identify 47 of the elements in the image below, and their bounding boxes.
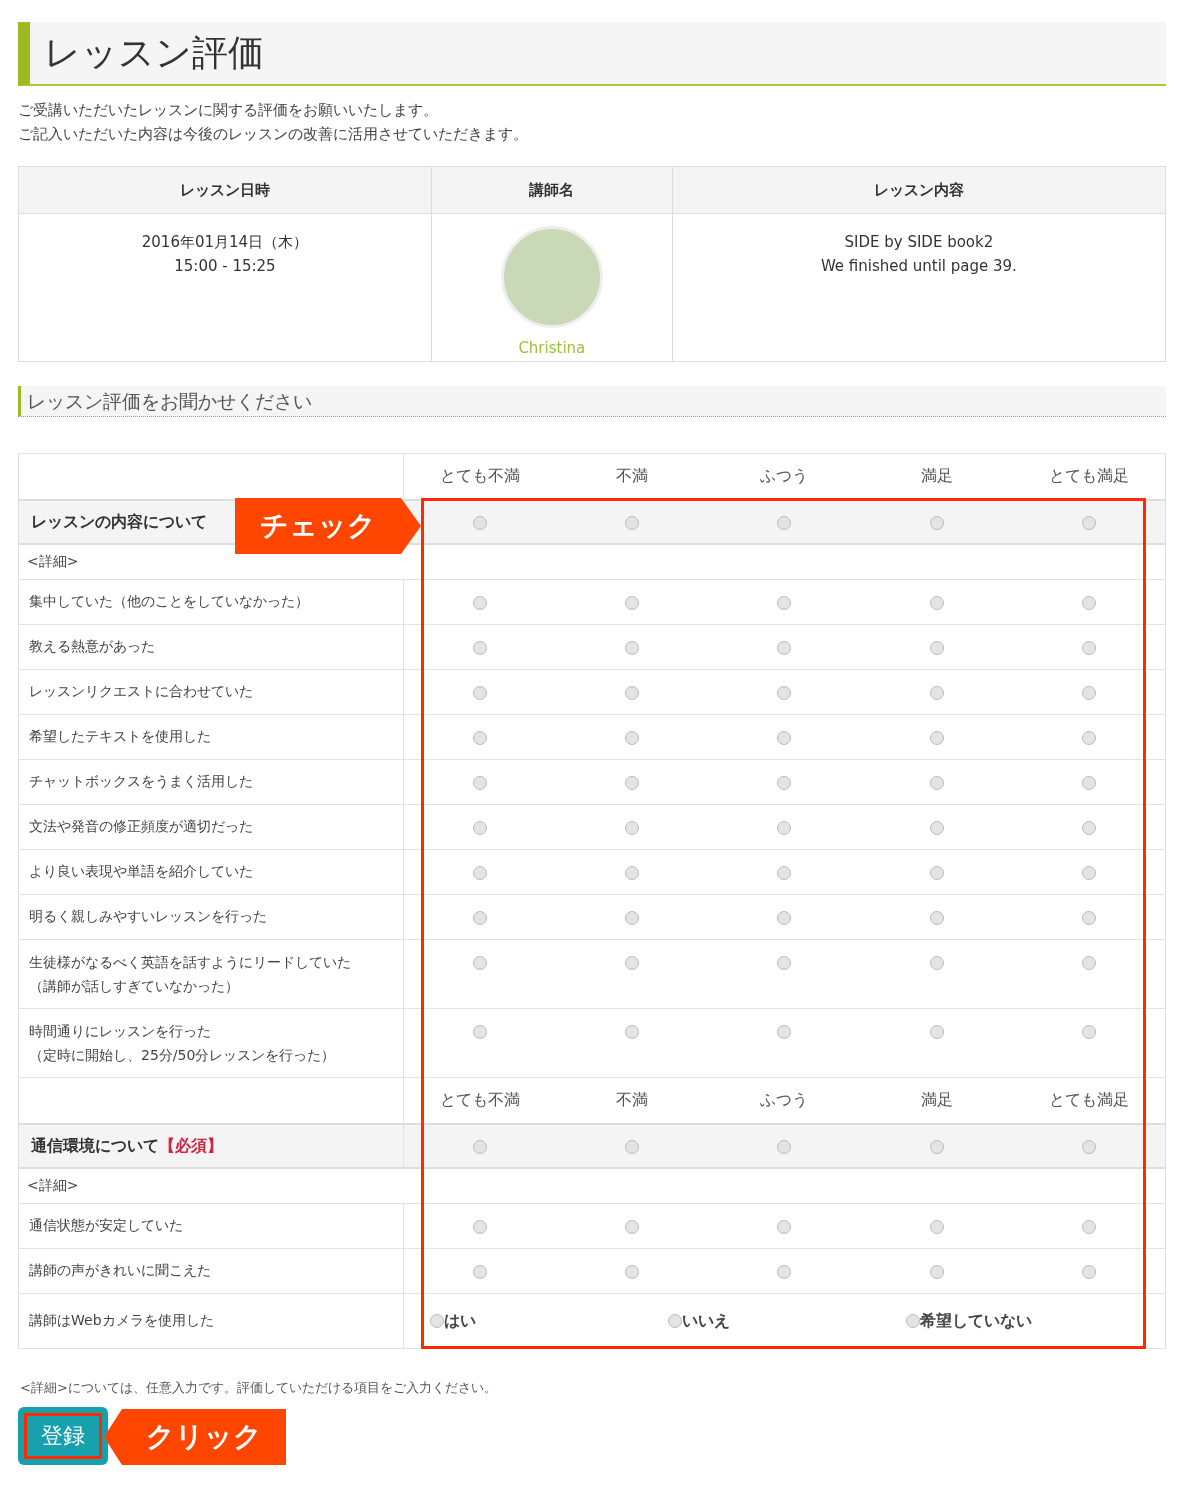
lesson-date: 15:00 - 15:25 — [173, 256, 277, 277]
question-text: 希望したテキストを使用した — [29, 728, 212, 746]
scale-label: ふつう — [760, 1090, 809, 1109]
check-callout: チェック — [235, 498, 401, 554]
column-header: 講師名 — [431, 166, 673, 214]
required-mark: 【必須】 — [159, 1135, 223, 1155]
question-text: 講師はWebカメラを使用した — [29, 1312, 215, 1330]
option-label[interactable]: はい — [444, 1310, 476, 1332]
scale-label: 不満 — [616, 1090, 649, 1109]
question-text: 講師の声がきれいに聞こえた — [29, 1262, 212, 1280]
scale-label: とても満足 — [1049, 1090, 1130, 1109]
question-text: （定時に開始し、25分/50分レッスンを行った） — [29, 1046, 337, 1065]
question-text: 生徒様がなるべく英語を話すようにリードしていた — [29, 953, 352, 972]
group-title: レッスンの内容について — [30, 511, 207, 531]
click-callout: クリック — [122, 1409, 286, 1465]
question-text: （講師が話しすぎていなかった） — [29, 977, 240, 996]
option-label[interactable]: 希望していない — [920, 1310, 1032, 1332]
scale-label: とても不満 — [439, 1090, 520, 1109]
intro-text: ご記入いただいた内容は今後のレッスンの改善に活用させていただきます。 — [18, 124, 529, 145]
footnote: <詳細>については、任意入力です。評価していただける項目をご入力ください。 — [20, 1379, 498, 1397]
question-text: 通信状態が安定していた — [29, 1217, 184, 1235]
column-header: レッスン内容 — [672, 166, 1166, 214]
question-text: より良い表現や単語を紹介していた — [29, 863, 254, 881]
question-text: 教える熱意があった — [29, 638, 156, 656]
column-header: レッスン日時 — [18, 166, 432, 214]
question-text: 時間通りにレッスンを行った — [29, 1022, 212, 1041]
scale-label: 満足 — [920, 466, 953, 485]
question-text: レッスンリクエストに合わせていた — [29, 683, 254, 701]
question-text: チャットボックスをうまく活用した — [29, 773, 254, 791]
scale-label: とても不満 — [439, 466, 520, 485]
scale-label: ふつう — [760, 466, 809, 485]
intro-text: ご受講いただいたレッスンに関する評価をお願いいたします。 — [18, 100, 439, 121]
section-title: レッスン評価をお聞かせください — [18, 386, 1166, 417]
lesson-date: 2016年01月14日（木） — [140, 232, 310, 253]
question-text: 文法や発音の修正頻度が適切だった — [29, 818, 254, 836]
scale-label: 不満 — [616, 466, 649, 485]
question-text: 集中していた（他のことをしていなかった） — [29, 593, 310, 611]
detail-label: <詳細> — [27, 1177, 79, 1193]
question-text: 明るく親しみやすいレッスンを行った — [29, 908, 268, 926]
page-title: レッスン評価 — [44, 30, 264, 75]
option-label[interactable]: いいえ — [682, 1310, 730, 1332]
lesson-content: We finished until page 39. — [819, 256, 1018, 277]
lesson-content: SIDE by SIDE book2 — [843, 232, 995, 253]
detail-label: <詳細> — [27, 553, 79, 569]
group-title: 通信環境について — [30, 1135, 159, 1155]
scale-label: 満足 — [920, 1090, 953, 1109]
scale-label: とても満足 — [1049, 466, 1130, 485]
